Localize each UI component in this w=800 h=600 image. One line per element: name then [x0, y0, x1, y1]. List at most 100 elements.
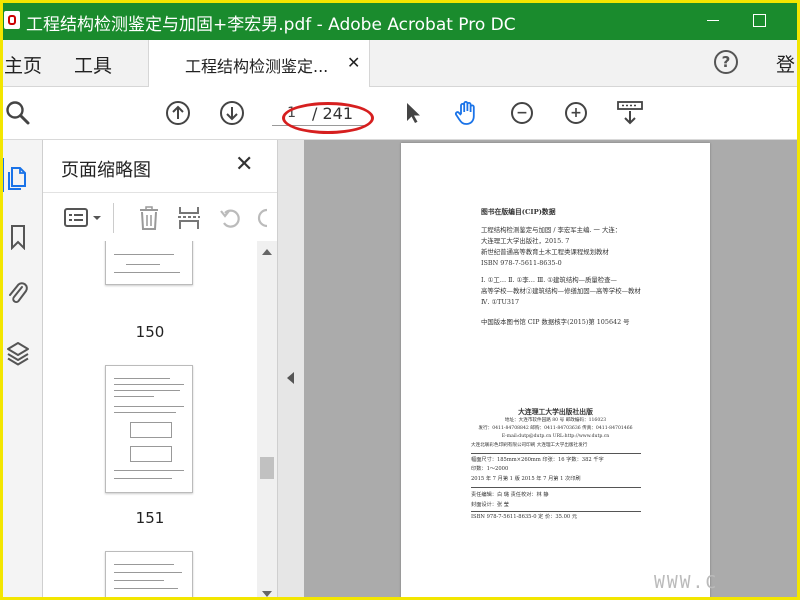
scroll-mode-button[interactable] — [616, 99, 644, 127]
thumbnail-content — [114, 564, 174, 565]
panel-toolbar — [43, 192, 277, 242]
scrollbar-thumb[interactable] — [260, 457, 274, 479]
thumbnail-content — [114, 580, 164, 581]
tab-bar: 主页 工具 工程结构检测鉴定... ✕ ? 登 — [0, 40, 800, 87]
undo-rotate-button[interactable] — [217, 205, 245, 231]
layers-icon[interactable] — [5, 340, 31, 366]
options-menu-icon — [64, 208, 101, 227]
search-icon[interactable] — [4, 99, 32, 127]
thumbnail-page[interactable] — [105, 365, 193, 493]
thumbnail-options-button[interactable] — [61, 205, 105, 231]
divider — [471, 453, 641, 454]
arrow-up-circle-icon — [166, 101, 190, 125]
navigation-rail — [0, 140, 43, 600]
publisher-address: 地址：大连市软件园路 80 号 邮政编码：116023 — [504, 418, 607, 423]
thumbnail-content — [114, 412, 176, 413]
rotate-icon — [220, 209, 240, 228]
next-page-button[interactable] — [218, 99, 246, 127]
close-tab-icon[interactable]: ✕ — [347, 53, 360, 72]
page-scroll-icon — [617, 101, 643, 125]
thumbnail-content — [114, 272, 180, 273]
thumbnail-content — [114, 254, 174, 255]
thumbnail-content — [114, 396, 154, 397]
maximize-icon — [752, 13, 766, 27]
document-tab-label: 工程结构检测鉴定... — [185, 57, 329, 76]
thumbnail-page[interactable] — [105, 241, 193, 285]
thumbnail-content — [114, 572, 182, 573]
tab-tools[interactable]: 工具 — [74, 51, 112, 78]
tab-document[interactable]: 工程结构检测鉴定... ✕ — [148, 40, 370, 87]
cip-heading: 图书在版编目(CIP)数据 — [481, 208, 556, 216]
acrobat-app-icon — [4, 11, 20, 29]
thumbnail-content — [114, 390, 180, 391]
cip-line: 高等学校—教材②建筑结构—修缮加固—高等学校—教材 — [481, 287, 641, 295]
close-panel-icon[interactable]: ✕ — [235, 152, 253, 177]
watermark: WWW.C — [654, 572, 719, 593]
zoom-in-icon: + — [565, 102, 587, 124]
sign-in-button[interactable]: 登 — [776, 50, 795, 77]
cip-line: 大连理工大学出版社，2015. 7 — [481, 237, 570, 245]
thumbnail-page[interactable] — [105, 551, 193, 600]
cip-line: 中国版本图书馆 CIP 数据核字(2015)第 105642 号 — [481, 318, 630, 326]
cip-line: 新世纪普通高等教育土木工程类课程规划教材 — [481, 248, 609, 256]
rail-active-indicator — [0, 158, 4, 192]
thumbnail-content — [114, 378, 170, 379]
title-bar: 工程结构检测鉴定与加固+李宏男.pdf - Adobe Acrobat Pro … — [0, 0, 800, 40]
panel-title: 页面缩略图 — [61, 160, 151, 181]
page-extract-icon — [178, 207, 200, 229]
tab-home[interactable]: 主页 — [4, 51, 42, 78]
hand-icon — [454, 101, 475, 125]
publisher-address: 发行：0411-84708842 邮购：0411-84703636 传真：041… — [478, 426, 633, 431]
annotation-ellipse — [282, 102, 374, 134]
minimize-icon — [707, 19, 719, 21]
panel-collapse-handle[interactable] — [278, 140, 304, 600]
page-thumbnails-icon[interactable] — [5, 164, 31, 190]
thumbnail-figure — [130, 422, 172, 438]
window-title: 工程结构检测鉴定与加固+李宏男.pdf - Adobe Acrobat Pro … — [26, 15, 516, 35]
editor-line: 责任编辑：白 璐 责任校对：林 静 — [471, 492, 549, 498]
thumbnail-content — [114, 478, 172, 479]
cip-line: Ⅰ. ①工… Ⅱ. ①李… Ⅲ. ①建筑结构—质量检查— — [481, 276, 617, 284]
toolbar: 1 / 241 − + — [0, 87, 800, 140]
thumbnail-list[interactable]: 150 151 — [43, 241, 257, 600]
delete-page-button[interactable] — [135, 205, 163, 231]
pdf-page: 图书在版编目(CIP)数据 工程结构检测鉴定与加固 / 李宏军主编. 一 大连：… — [401, 143, 710, 600]
scroll-up-icon[interactable] — [262, 249, 272, 255]
thumbnail-content — [114, 470, 184, 471]
cip-line: 工程结构检测鉴定与加固 / 李宏军主编. 一 大连： — [481, 226, 622, 234]
extract-page-button[interactable] — [175, 205, 203, 231]
scroll-down-icon[interactable] — [262, 591, 272, 597]
thumbnail-page-label: 150 — [135, 323, 165, 341]
thumbnail-content — [114, 406, 184, 407]
cip-line: ISBN 978-7-5611-8635-0 — [481, 259, 562, 267]
maximize-button[interactable] — [736, 0, 782, 40]
thumbnail-content — [126, 264, 160, 265]
publisher-name: 大连理工大学出版社出版 — [518, 408, 593, 416]
hand-tool-button[interactable] — [452, 99, 480, 127]
thumbnail-page-label: 151 — [135, 509, 165, 527]
isbn-price-line: ISBN 978-7-5611-8635-0 定 价：35.00 元 — [471, 514, 578, 520]
divider — [471, 511, 641, 512]
rotate-clockwise-button[interactable] — [255, 205, 273, 231]
collapse-left-icon — [287, 372, 294, 384]
attachment-icon[interactable] — [5, 280, 31, 306]
spec-line: 幅面尺寸：185mm×260mm 印张：16 字数：382 千字 — [471, 457, 604, 463]
cip-line: Ⅳ. ①TU317 — [481, 298, 520, 306]
select-tool-button[interactable] — [398, 99, 426, 127]
zoom-in-button[interactable]: + — [562, 99, 590, 127]
toolbar-separator — [113, 203, 114, 233]
previous-page-button[interactable] — [164, 99, 192, 127]
help-icon[interactable]: ? — [714, 50, 738, 74]
page-thumbnails-panel: 页面缩略图 ✕ 150 151 — [43, 140, 278, 600]
thumbnail-content — [114, 384, 184, 385]
editor-line: 封面设计：张 莹 — [471, 502, 509, 508]
thumbnail-scrollbar[interactable] — [257, 241, 277, 600]
rotate-clockwise-icon — [257, 208, 268, 228]
document-view[interactable]: 图书在版编目(CIP)数据 工程结构检测鉴定与加固 / 李宏军主编. 一 大连：… — [304, 140, 800, 600]
zoom-out-button[interactable]: − — [508, 99, 536, 127]
spec-line: 2015 年 7 月第 1 版 2015 年 7 月第 1 次印刷 — [471, 476, 581, 482]
arrow-down-circle-icon — [220, 101, 244, 125]
divider — [471, 487, 641, 488]
bookmark-icon[interactable] — [5, 224, 31, 250]
minimize-button[interactable] — [690, 0, 736, 40]
